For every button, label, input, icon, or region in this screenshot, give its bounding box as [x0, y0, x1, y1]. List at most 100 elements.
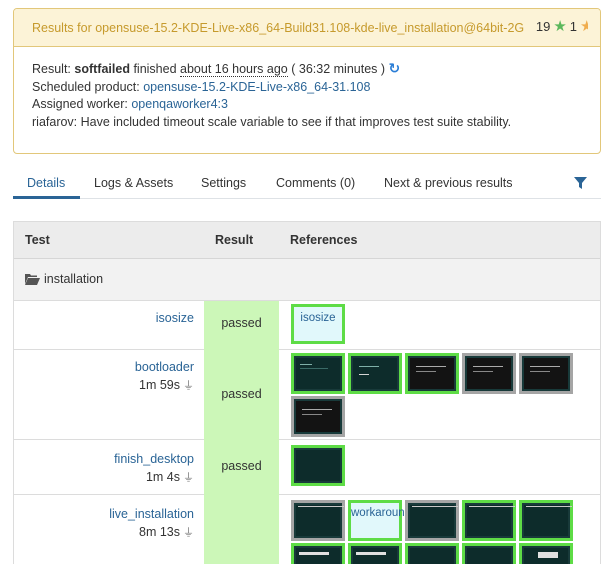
tab-next-previous[interactable]: Next & previous results — [384, 176, 513, 190]
reference-thumbnail[interactable] — [348, 353, 402, 394]
thumbnail-image — [467, 358, 511, 389]
worker-label: Assigned worker: — [32, 97, 128, 111]
result-text: passed — [221, 387, 262, 401]
result-text: passed — [221, 316, 262, 330]
product-line: Scheduled product: opensuse-15.2-KDE-Liv… — [32, 79, 582, 97]
reference-thumbnail[interactable] — [348, 543, 402, 564]
panel-body: Result: softfailed finished about 16 hou… — [14, 47, 600, 131]
table-row: finish_desktop 1m 4s ⏚ passed — [14, 440, 600, 495]
thumbnail-image — [296, 505, 344, 536]
plug-icon: ⏚ — [183, 527, 194, 539]
reference-thumbnail[interactable] — [291, 445, 345, 486]
reload-icon[interactable]: ↻ — [389, 60, 401, 76]
table-header: Test Result References — [14, 222, 600, 259]
header-references: References — [290, 233, 358, 247]
tab-details[interactable]: Details — [27, 176, 65, 190]
category-name: installation — [44, 272, 104, 286]
product-link[interactable]: opensuse-15.2-KDE-Live-x86_64-31.108 — [143, 80, 370, 94]
product-label: Scheduled product: — [32, 79, 140, 94]
job-summary-panel: Results for opensuse-15.2-KDE-Live-x86_6… — [13, 8, 601, 154]
reference-thumbnail[interactable] — [405, 543, 459, 564]
plug-icon: ⏚ — [183, 380, 194, 392]
rating-count: 19 — [535, 19, 551, 34]
result-cell — [204, 495, 279, 564]
result-cell: passed — [204, 440, 279, 495]
finished-label: finished — [133, 62, 177, 76]
thumbnail-image — [410, 358, 454, 389]
header-test: Test — [25, 233, 50, 247]
header-result: Result — [215, 233, 254, 247]
tab-settings[interactable]: Settings — [201, 176, 246, 190]
panel-heading: Results for opensuse-15.2-KDE-Live-x86_6… — [14, 9, 600, 47]
category-label: installation — [25, 272, 103, 286]
test-duration: 8m 13s ⏚ — [139, 524, 194, 540]
tab-bar: Details Logs & Assets Settings Comments … — [13, 166, 601, 199]
table-row: live_installation 8m 13s ⏚ workaround — [14, 495, 600, 564]
table-row: isosize passed isosize — [14, 301, 600, 350]
test-name-link[interactable]: isosize — [156, 311, 194, 325]
reference-thumbnail[interactable] — [291, 353, 345, 394]
reference-thumbnail[interactable] — [462, 353, 516, 394]
reference-thumbnail[interactable] — [519, 543, 573, 564]
thumbnail-image — [467, 548, 511, 564]
test-duration: 1m 4s ⏚ — [146, 469, 194, 485]
reference-thumbnail[interactable]: workaround — [348, 500, 411, 541]
reference-thumbnail[interactable] — [405, 500, 459, 541]
worker-link[interactable]: openqaworker4:3 — [131, 97, 228, 111]
reference-thumbnail[interactable] — [519, 353, 573, 394]
test-name-link[interactable]: bootloader — [135, 360, 194, 374]
result-value: softfailed — [74, 62, 130, 76]
reference-thumbnail[interactable] — [462, 543, 516, 564]
reference-thumbnail[interactable] — [519, 500, 573, 541]
thumbnail-image — [524, 548, 568, 564]
thumbnail-image — [410, 505, 458, 536]
comment-line: riafarov: Have included timeout scale va… — [32, 114, 512, 129]
thumbnail-image — [353, 548, 397, 564]
duration-text: 1m 59s — [139, 378, 180, 392]
duration: ( 36:32 minutes ) — [291, 62, 386, 76]
test-name-link[interactable]: finish_desktop — [114, 452, 194, 466]
reference-thumbnail[interactable] — [291, 396, 345, 437]
thumbnail-image — [410, 548, 454, 564]
thumbnail-image — [296, 548, 340, 564]
tab-logs-assets[interactable]: Logs & Assets — [94, 176, 173, 190]
job-rating: 19 ★ 1 ★ — [535, 17, 588, 35]
tab-comments[interactable]: Comments (0) — [276, 176, 355, 190]
job-title: Results for opensuse-15.2-KDE-Live-x86_6… — [32, 21, 525, 35]
table-row: bootloader 1m 59s ⏚ passed — [14, 350, 600, 440]
category-row: installation — [14, 259, 600, 301]
result-line: Result: softfailed finished about 16 hou… — [32, 60, 582, 79]
result-text: passed — [221, 459, 262, 473]
filter-icon[interactable] — [574, 177, 587, 189]
plug-icon: ⏚ — [183, 472, 194, 484]
thumbnail-image — [524, 505, 572, 536]
thumbnail-text: workaround — [351, 503, 411, 538]
results-table: Test Result References installation isos… — [13, 221, 601, 564]
reference-thumbnail[interactable] — [462, 500, 516, 541]
thumbnail-text: isosize — [294, 307, 342, 341]
result-cell: passed — [204, 301, 279, 350]
reference-thumbnail[interactable]: isosize — [291, 304, 345, 344]
thumbnail-image — [353, 358, 397, 389]
rating-half-count: 1 — [569, 19, 577, 34]
duration-text: 1m 4s — [145, 470, 180, 484]
finished-ago: about 16 hours ago — [180, 62, 288, 77]
thumbnail-image — [524, 358, 568, 389]
result-cell: passed — [204, 350, 279, 440]
test-duration: 1m 59s ⏚ — [139, 377, 194, 393]
reference-thumbnail[interactable] — [291, 500, 345, 541]
star-icon: ★ — [553, 17, 567, 35]
thumbnail-image — [467, 505, 515, 536]
active-tab-indicator — [13, 196, 80, 199]
thumbnail-image — [296, 401, 340, 432]
thumbnail-image — [296, 450, 340, 481]
reference-thumbnail[interactable] — [405, 353, 459, 394]
duration-text: 8m 13s — [139, 525, 180, 539]
thumbnail-image — [296, 358, 340, 389]
folder-open-icon — [25, 274, 40, 285]
test-name-link[interactable]: live_installation — [109, 507, 194, 521]
reference-thumbnail[interactable] — [291, 543, 345, 564]
result-label: Result: — [32, 62, 71, 76]
half-star-icon: ★ — [580, 20, 588, 34]
worker-line: Assigned worker: openqaworker4:3 — [32, 96, 582, 114]
